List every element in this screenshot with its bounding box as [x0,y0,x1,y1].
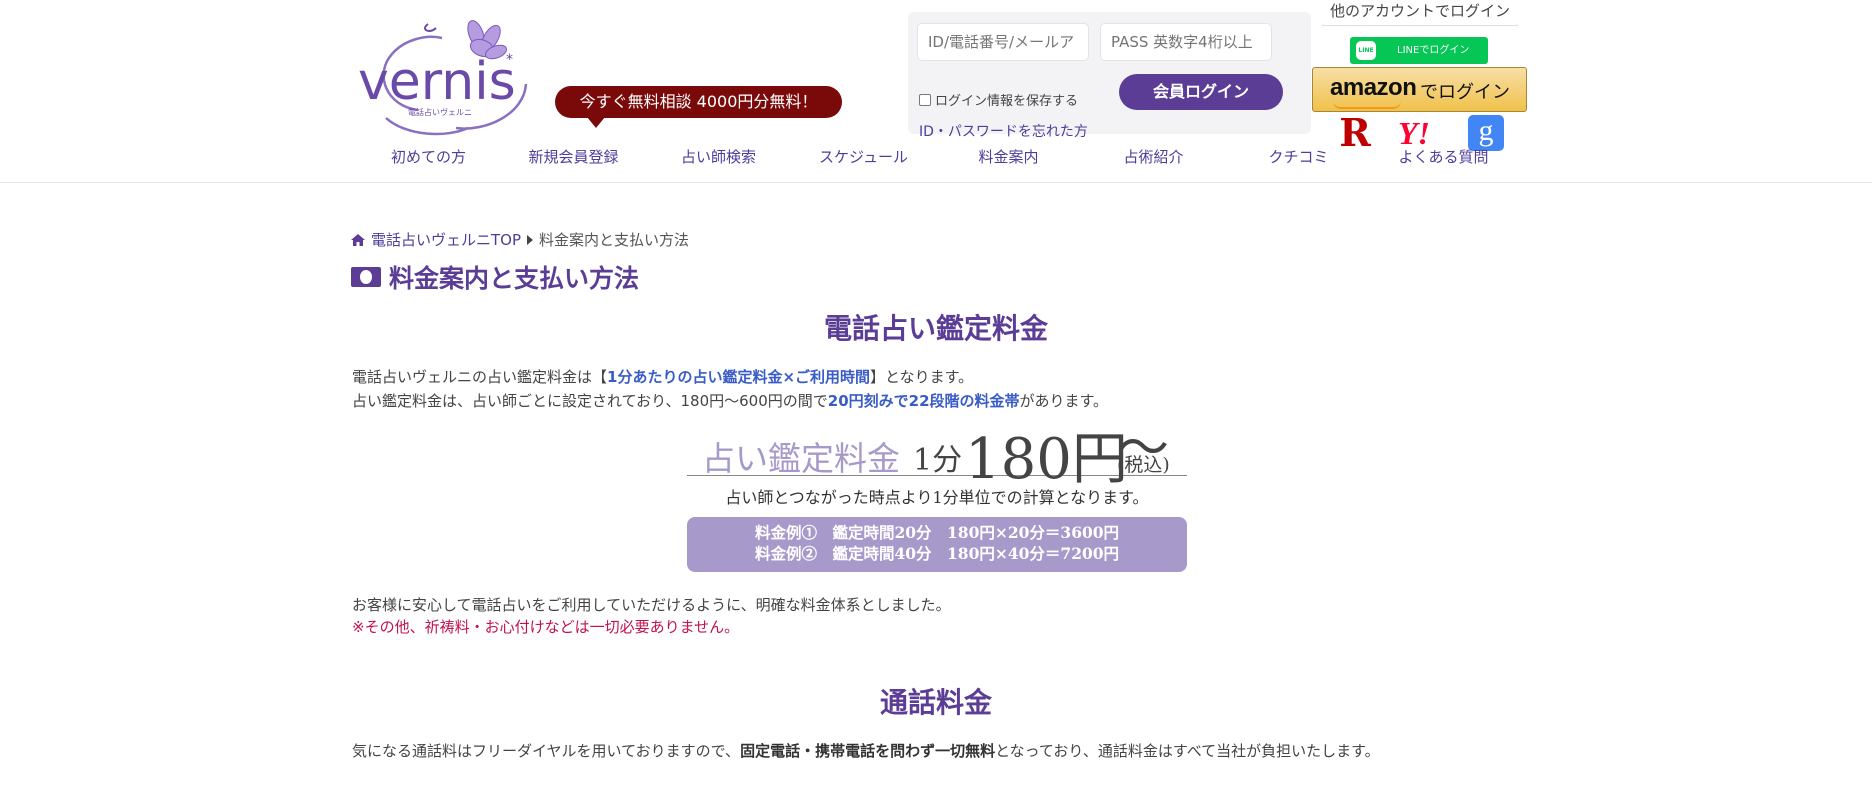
amazon-login-button[interactable]: amazon でログイン [1312,67,1527,112]
text: があります。 [1019,392,1109,410]
line-login-button[interactable]: LINE LINEでログイン [1350,37,1488,64]
nav-reviews[interactable]: クチコミ [1226,146,1371,167]
fee-description-line1: 電話占いヴェルニの占い鑑定料金は【1分あたりの占い鑑定料金×ご利用時間】となりま… [352,366,973,387]
fee-description-line2: 占い鑑定料金は、占い師ごとに設定されており、180円〜600円の間で20円刻みで… [352,390,1108,411]
save-login-row[interactable]: ログイン情報を保存する [919,90,1078,109]
nav-fortuneteller-search[interactable]: 占い師検索 [646,146,791,167]
amazon-smile-icon [1333,101,1401,109]
id-input[interactable] [917,23,1089,61]
nav-divination-types[interactable]: 占術紹介 [1081,146,1226,167]
price-value: 180円 [965,427,1128,492]
price-display: 占い鑑定料金 1分 180円 〜 (税込) [687,418,1187,492]
free-call-highlight: 固定電話・携帯電話を問わず一切無料 [740,742,996,760]
text: 気になる通話料はフリーダイヤルを用いておりますので、 [352,742,741,760]
fee-formula-highlight: 1分あたりの占い鑑定料金×ご利用時間 [607,368,871,386]
price-tax-note: (税込) [1117,454,1170,476]
breadcrumb-home-link[interactable]: 電話占いヴェルニTOP [371,229,521,250]
line-login-label: LINEでログイン [1397,45,1470,56]
amazon-logo: amazon [1330,74,1417,101]
site-header: * vernis 電話占いヴェルニ 今すぐ無料相談 4000円分無料！ ログイン… [0,0,1872,183]
other-account-title: 他のアカウントでログイン [1322,0,1518,26]
forgot-password-link[interactable]: ID・パスワードを忘れた方 [919,121,1088,141]
nav-first-time[interactable]: 初めての方 [356,146,501,167]
home-icon [351,233,365,246]
nav-register[interactable]: 新規会員登録 [501,146,646,167]
price-label: 占い鑑定料金 [702,439,900,478]
nav-faq[interactable]: よくある質問 [1371,146,1516,167]
breadcrumb: 電話占いヴェルニTOP 料金案内と支払い方法 [351,229,689,250]
login-form: ログイン情報を保存する ID・パスワードを忘れた方 会員ログイン [908,12,1311,140]
page-title-text: 料金案内と支払い方法 [389,264,640,293]
nav-schedule[interactable]: スケジュール [791,146,936,167]
nav-pricing[interactable]: 料金案内 [936,146,1081,167]
breadcrumb-arrow-icon [527,234,534,245]
text: となっており、通話料金はすべて当社が負担いたします。 [995,742,1380,760]
free-consult-banner[interactable]: 今すぐ無料相談 4000円分無料！ [555,86,842,128]
money-icon [351,267,381,287]
no-extra-fee-note: ※その他、祈祷料・お心付けなどは一切必要ありません。 [352,618,740,636]
vernis-logo[interactable]: * vernis 電話占いヴェルニ [356,14,534,136]
password-input[interactable] [1100,23,1272,61]
breadcrumb-current: 料金案内と支払い方法 [539,231,690,249]
price-tier-highlight: 20円刻みで22段階の料金帯 [827,392,1020,410]
text: 電話占いヴェルニの占い鑑定料金は【 [352,368,608,386]
save-login-checkbox[interactable] [919,93,931,106]
amazon-login-label: でログイン [1420,82,1510,103]
fee-examples: 料金例① 鑑定時間20分 180円×20分＝3600円 料金例② 鑑定時間40分… [687,517,1187,572]
page-title: 料金案内と支払い方法 [351,259,639,295]
text: 】となります。 [870,368,974,386]
fee-example-1: 料金例① 鑑定時間20分 180円×20分＝3600円 [754,523,1120,542]
call-fee-heading: 通話料金 [879,686,992,719]
fee-closing-text: お客様に安心して電話占いをご利用していただけるように、明確な料金体系としました。 [352,596,951,614]
fee-heading: 電話占い鑑定料金 [823,312,1048,345]
billing-unit-note: 占い師とつながった時点より1分単位での計算となります。 [725,488,1149,507]
text: 占い鑑定料金は、占い師ごとに設定されており、180円〜600円の間で [352,392,828,410]
svg-text:vernis: vernis [358,52,516,112]
price-unit: 1分 [913,443,963,478]
main-nav: 初めての方 新規会員登録 占い師検索 スケジュール 料金案内 占術紹介 クチコミ… [356,146,1516,170]
call-fee-description: 気になる通話料はフリーダイヤルを用いておりますので、固定電話・携帯電話を問わず一… [352,740,1380,761]
member-login-button[interactable]: 会員ログイン [1119,74,1283,110]
line-icon: LINE [1356,41,1376,60]
save-login-label: ログイン情報を保存する [935,94,1079,109]
fee-example-2: 料金例② 鑑定時間40分 180円×40分＝7200円 [754,544,1120,563]
svg-text:電話占いヴェルニ: 電話占いヴェルニ [408,107,472,117]
